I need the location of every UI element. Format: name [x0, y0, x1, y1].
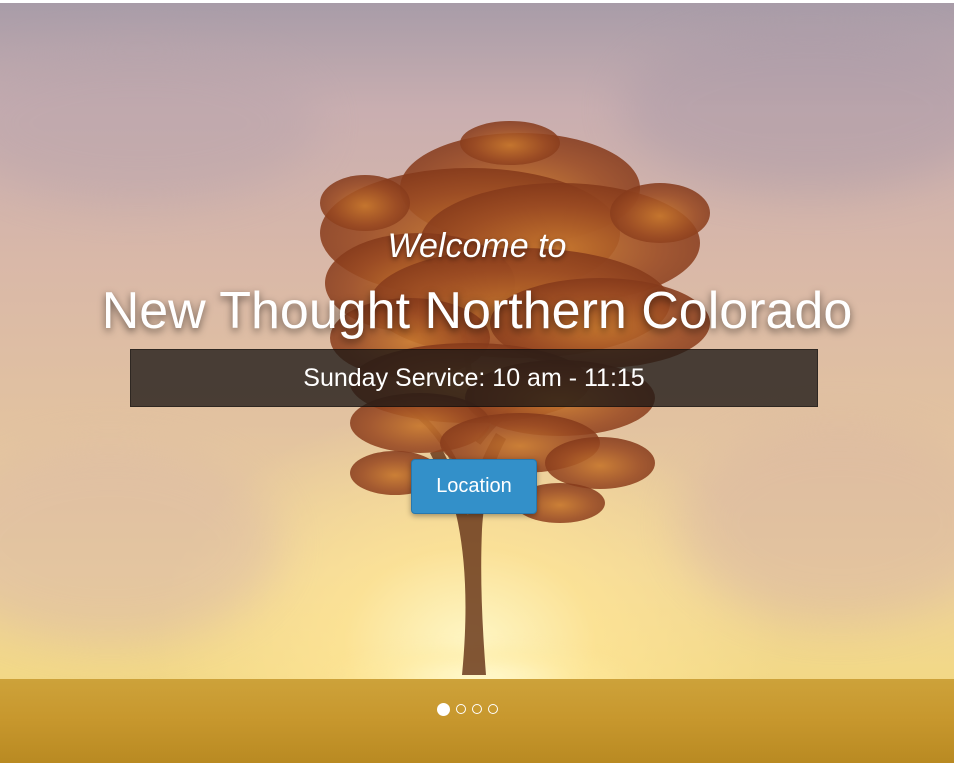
page-title: New Thought Northern Colorado: [101, 282, 853, 340]
carousel-dot-2[interactable]: [456, 704, 466, 714]
service-times-banner: Sunday Service: 10 am - 11:15: [130, 349, 818, 407]
service-times-text: Sunday Service: 10 am - 11:15: [303, 363, 645, 392]
carousel-dot-4[interactable]: [488, 704, 498, 714]
hero-banner: Welcome to New Thought Northern Colorado…: [0, 3, 954, 763]
location-button[interactable]: Location: [411, 459, 537, 514]
carousel-indicators: [437, 703, 498, 716]
carousel-dot-1[interactable]: [437, 703, 450, 716]
carousel-dot-3[interactable]: [472, 704, 482, 714]
welcome-heading: Welcome to: [387, 227, 567, 265]
